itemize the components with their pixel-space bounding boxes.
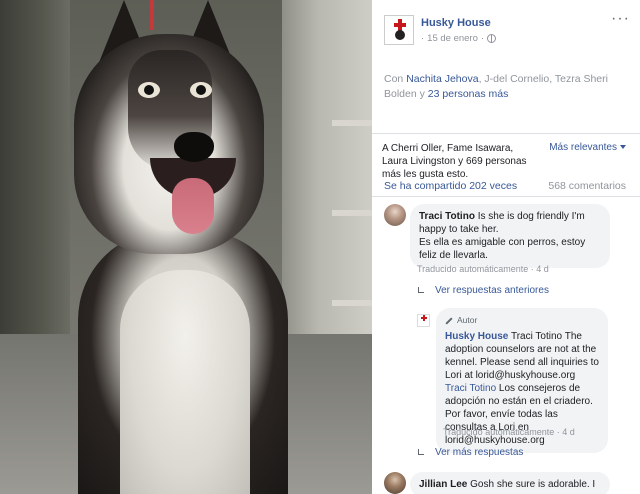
comment-translation: Es ella es amigable con perros, estoy fe… xyxy=(419,237,586,261)
comment-text: Gosh she sure is adorable. I xyxy=(470,479,596,490)
author-badge: Autor xyxy=(445,314,599,327)
tagged-prefix: Con xyxy=(384,73,404,85)
view-more-replies-link[interactable]: Ver más respuestas xyxy=(417,447,523,458)
sort-dropdown[interactable]: Más relevantes xyxy=(549,142,626,153)
reply-meta[interactable]: Traducido automáticamente · 4 d xyxy=(443,427,575,437)
tagged-person-link[interactable]: Nachita Jehova xyxy=(406,73,478,85)
reply-mention-translated[interactable]: Traci Totino xyxy=(445,383,496,394)
dog-nose xyxy=(174,132,214,162)
caret-down-icon xyxy=(620,145,626,150)
post-date-link[interactable]: 15 de enero xyxy=(427,33,478,44)
divider xyxy=(372,133,640,134)
logo-husky-icon xyxy=(395,30,405,40)
reply-author-link[interactable]: Husky House xyxy=(445,331,508,342)
pencil-icon xyxy=(445,316,453,325)
more-options-icon[interactable]: ··· xyxy=(611,11,630,27)
view-previous-label: Ver respuestas anteriores xyxy=(435,285,549,296)
globe-icon[interactable] xyxy=(487,34,497,43)
comment-bubble: Traci Totino Is she is dog friendly I'm … xyxy=(410,204,610,268)
dog-tongue xyxy=(172,178,214,234)
comments-count[interactable]: 568 comentarios xyxy=(548,180,626,192)
shares-link[interactable]: Se ha compartido 202 veces xyxy=(384,180,517,192)
photo-shelf xyxy=(332,300,372,306)
dog-eye-right xyxy=(190,82,212,98)
page-avatar[interactable] xyxy=(384,15,414,45)
reply-mention[interactable]: Traci Totino xyxy=(511,331,562,342)
avatar[interactable] xyxy=(384,204,406,226)
tagged-more-link[interactable]: 23 personas más xyxy=(428,88,509,100)
author-badge-label: Autor xyxy=(457,315,478,325)
avatar[interactable] xyxy=(384,472,406,494)
tagged-conjunction: y xyxy=(419,88,425,100)
dog-chest xyxy=(120,270,250,494)
page-name-link[interactable]: Husky House xyxy=(421,17,491,29)
photo-shelf xyxy=(332,210,372,216)
comment-author-link[interactable]: Jillian Lee xyxy=(419,479,467,490)
comment-bubble: Jillian Lee Gosh she sure is adorable. I xyxy=(410,472,610,494)
post-photo[interactable] xyxy=(0,0,372,494)
comment-author-link[interactable]: Traci Totino xyxy=(419,211,475,222)
view-more-label: Ver más respuestas xyxy=(435,447,524,458)
tagged-person-link[interactable]: J-del Cornelio xyxy=(484,73,549,85)
meta-separator: · xyxy=(480,33,485,44)
post-meta: · 15 de enero · xyxy=(421,33,497,44)
page-avatar-small[interactable] xyxy=(417,314,430,327)
meta-separator: · xyxy=(421,33,425,44)
reply-arrow-icon xyxy=(417,286,425,295)
divider xyxy=(372,196,640,197)
reply-arrow-icon xyxy=(417,448,425,457)
likes-summary[interactable]: A Cherri Oller, Fame Isawara, Laura Livi… xyxy=(382,142,532,181)
comment-meta[interactable]: Traducido automáticamente · 4 d xyxy=(417,264,549,274)
view-previous-replies-link[interactable]: Ver respuestas anteriores xyxy=(417,285,549,296)
photo-shelf xyxy=(332,120,372,126)
tagged-people: Con Nachita Jehova, J-del Cornelio, Tezr… xyxy=(384,73,608,100)
sort-label: Más relevantes xyxy=(549,142,617,153)
dog-eye-left xyxy=(138,82,160,98)
post-details-panel: Husky House · 15 de enero · ··· Con Nach… xyxy=(372,0,640,494)
